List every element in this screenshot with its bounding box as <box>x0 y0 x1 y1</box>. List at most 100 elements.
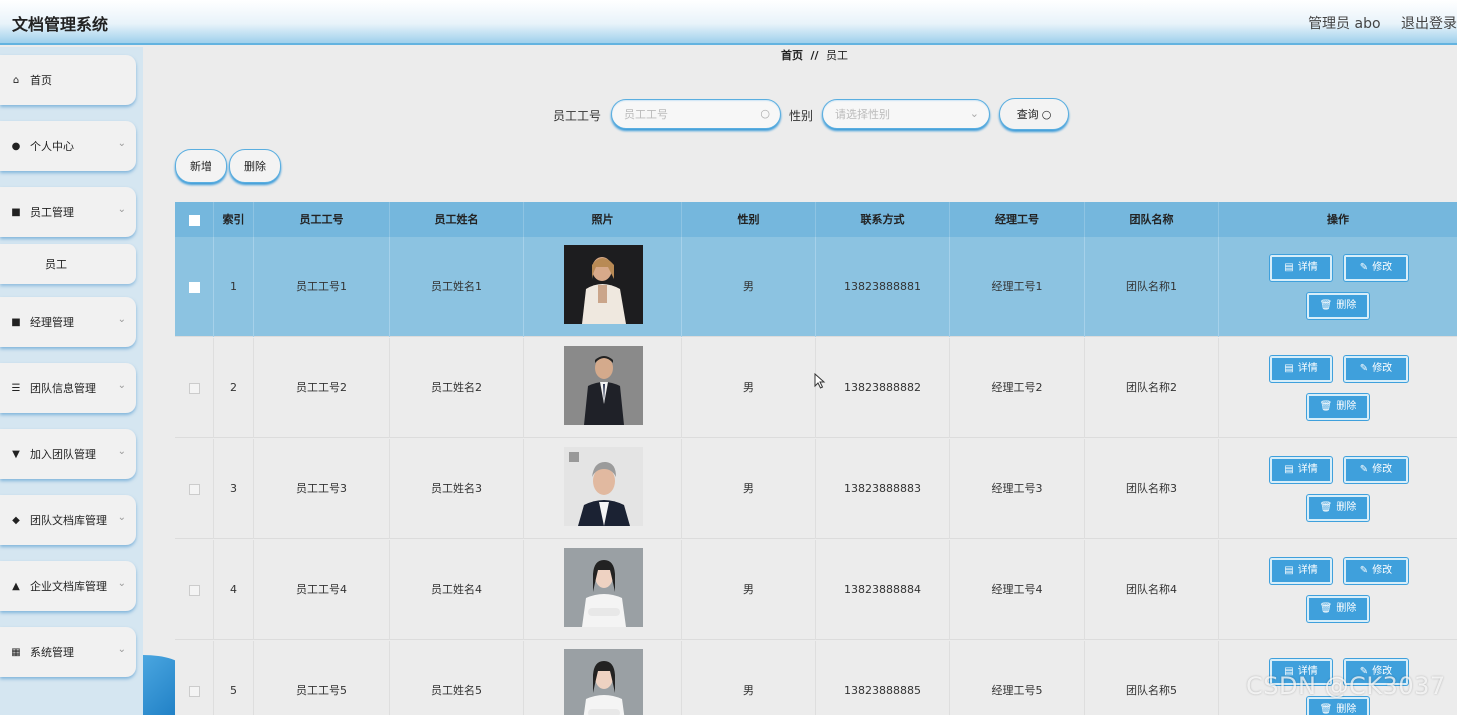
table-row[interactable]: 1 员工工号1 员工姓名1 男 13823888881 经理工号1 团队名称1 ▤ 详情 ✎ 修改 🗑… <box>175 237 1457 337</box>
add-button[interactable]: 新增 <box>175 149 227 183</box>
top-bar: 文档管理系统 管理员 abo 退出登录 <box>0 0 1457 45</box>
row-delete-button[interactable]: 🗑 删除 <box>1307 394 1369 420</box>
edit-icon: ✎ <box>1359 565 1369 576</box>
chevron-down-icon: ⌄ <box>117 578 126 589</box>
detail-button[interactable]: ▤ 详情 <box>1270 356 1332 382</box>
sidebar-item-8[interactable]: ▦ 系统管理 ⌄ <box>0 627 136 677</box>
bulk-delete-button[interactable]: 删除 <box>229 149 281 183</box>
row-checkbox[interactable] <box>188 685 200 697</box>
row-delete-button[interactable]: 🗑 删除 <box>1307 293 1369 319</box>
sidebar-item-2[interactable]: ■ 员工管理 ⌄ <box>0 187 136 237</box>
edit-icon: ✎ <box>1359 262 1369 273</box>
row-checkbox[interactable] <box>188 281 200 293</box>
row-select-cell <box>175 439 214 539</box>
sidebar-item-label: 加入团队管理 <box>30 448 96 461</box>
current-user: 管理员 abo <box>1308 16 1381 32</box>
detail-button[interactable]: ▤ 详情 <box>1270 457 1332 483</box>
edit-button[interactable]: ✎ 修改 <box>1344 457 1408 483</box>
employee-id-input[interactable]: 员工工号 ○ <box>611 99 781 129</box>
operations-cell: ▤ 详情 ✎ 修改 🗑 删除 <box>1219 237 1457 337</box>
chevron-down-icon: ⌄ <box>117 446 126 457</box>
employee-table: 索引 员工工号 员工姓名 照片 性别 联系方式 经理工号 团队名称 操作 1 员工工号1 员工姓名1… <box>175 202 1457 715</box>
sidebar-item-label: 企业文档库管理 <box>30 580 107 593</box>
search-icon: ○ <box>760 107 770 120</box>
trash-icon: 🗑 <box>1319 401 1333 412</box>
row-checkbox[interactable] <box>188 382 200 394</box>
sidebar-item-3[interactable]: ■ 经理管理 ⌄ <box>0 297 136 347</box>
row-checkbox[interactable] <box>188 483 200 495</box>
employee-photo[interactable] <box>564 245 643 324</box>
detail-button-label: 详情 <box>1297 565 1318 576</box>
employee-photo[interactable] <box>564 447 643 526</box>
sidebar-subitem-employee[interactable]: 员工 <box>0 244 136 284</box>
edit-button[interactable]: ✎ 修改 <box>1344 255 1408 281</box>
cell-index: 3 <box>214 439 254 539</box>
person-icon: ▲ <box>12 580 20 592</box>
row-delete-button[interactable]: 🗑 删除 <box>1307 596 1369 622</box>
cell-emp-id: 员工工号2 <box>254 338 390 438</box>
employee-photo[interactable] <box>564 548 643 627</box>
photo-cell <box>524 439 682 539</box>
gender-select[interactable]: 请选择性别 ⌄ <box>822 99 990 129</box>
gender-placeholder: 请选择性别 <box>835 108 890 121</box>
query-button[interactable]: 查询 ○ <box>999 98 1069 130</box>
sidebar-item-7[interactable]: ▲ 企业文档库管理 ⌄ <box>0 561 136 611</box>
trash-icon: 🗑 <box>1319 603 1333 614</box>
mouse-cursor-icon <box>814 373 826 389</box>
employee-photo[interactable] <box>564 346 643 425</box>
cell-mgr-id: 经理工号4 <box>950 540 1085 640</box>
sidebar-item-0[interactable]: ⌂ 首页 <box>0 55 136 105</box>
flag-icon: ▼ <box>12 448 20 460</box>
breadcrumb-home[interactable]: 首页 <box>781 49 803 62</box>
cell-emp-id: 员工工号1 <box>254 237 390 337</box>
sidebar-item-4[interactable]: ☰ 团队信息管理 ⌄ <box>0 363 136 413</box>
detail-button-label: 详情 <box>1297 464 1318 475</box>
edit-button[interactable]: ✎ 修改 <box>1344 356 1408 382</box>
chevron-down-icon: ⌄ <box>117 204 126 215</box>
column-header: 性别 <box>682 202 816 237</box>
cell-phone: 13823888882 <box>816 338 950 438</box>
breadcrumb: 首页 // 员工 <box>781 47 848 63</box>
chevron-down-icon: ⌄ <box>117 314 126 325</box>
sidebar-item-label: 团队文档库管理 <box>30 514 107 527</box>
row-delete-button[interactable]: 🗑 删除 <box>1307 495 1369 521</box>
cell-phone: 13823888883 <box>816 439 950 539</box>
trash-icon: 🗑 <box>1319 704 1333 715</box>
cell-gender: 男 <box>682 540 816 640</box>
sidebar-item-5[interactable]: ▼ 加入团队管理 ⌄ <box>0 429 136 479</box>
cell-team: 团队名称1 <box>1085 237 1219 337</box>
watermark: CSDN @CK3037 <box>1246 672 1446 700</box>
cell-index: 2 <box>214 338 254 438</box>
query-button-label: 查询 <box>1016 108 1039 121</box>
cell-mgr-id: 经理工号2 <box>950 338 1085 438</box>
detail-button[interactable]: ▤ 详情 <box>1270 558 1332 584</box>
edit-button-label: 修改 <box>1372 363 1393 374</box>
cell-emp-id: 员工工号4 <box>254 540 390 640</box>
row-delete-button-label: 删除 <box>1336 704 1357 715</box>
cell-name: 员工姓名4 <box>390 540 524 640</box>
cell-name: 员工姓名2 <box>390 338 524 438</box>
table-row[interactable]: 4 员工工号4 员工姓名4 男 13823888884 经理工号4 团队名称4 ▤ 详情 ✎ 修改 🗑… <box>175 540 1457 640</box>
column-header: 联系方式 <box>816 202 950 237</box>
sidebar-item-1[interactable]: ● 个人中心 ⌄ <box>0 121 136 171</box>
chevron-down-icon: ⌄ <box>969 107 979 120</box>
search-icon: ○ <box>1041 107 1052 121</box>
table-row[interactable]: 3 员工工号3 员工姓名3 男 13823888883 经理工号3 团队名称3 ▤ 详情 ✎ 修改 🗑… <box>175 439 1457 539</box>
cell-emp-id: 员工工号3 <box>254 439 390 539</box>
row-checkbox[interactable] <box>188 584 200 596</box>
detail-button[interactable]: ▤ 详情 <box>1270 255 1332 281</box>
employee-photo[interactable] <box>564 649 643 715</box>
document-icon: ▤ <box>1284 262 1294 273</box>
sidebar-item-6[interactable]: ◆ 团队文档库管理 ⌄ <box>0 495 136 545</box>
photo-cell <box>524 641 682 715</box>
header-select-all[interactable] <box>175 202 214 237</box>
row-delete-button-label: 删除 <box>1336 300 1357 311</box>
select-all-checkbox[interactable] <box>188 214 200 226</box>
edit-button[interactable]: ✎ 修改 <box>1344 558 1408 584</box>
home-icon: ⌂ <box>12 74 20 86</box>
cell-name: 员工姓名5 <box>390 641 524 715</box>
logout-link[interactable]: 退出登录 <box>1401 16 1457 32</box>
user-icon: ● <box>11 140 21 152</box>
sidebar-item-label: 系统管理 <box>30 646 74 659</box>
document-icon: ▤ <box>1284 565 1294 576</box>
